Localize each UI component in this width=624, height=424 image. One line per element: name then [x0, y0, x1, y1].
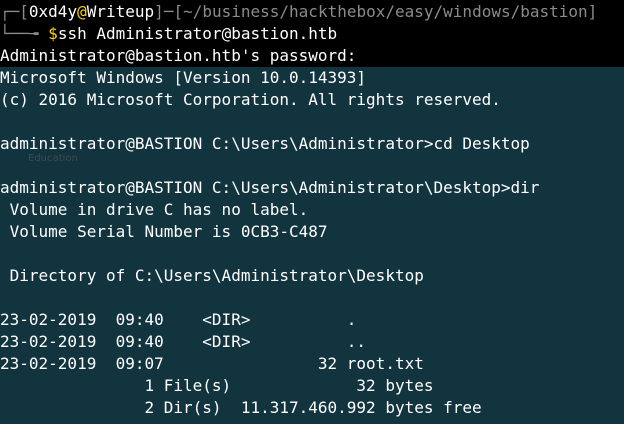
prompt-path-open: [ [173, 2, 184, 21]
volume-serial-line: Volume Serial Number is 0CB3-C487 [0, 221, 624, 243]
dir-row: 23-02-2019 09:40 <DIR> . [0, 309, 624, 331]
cd-command-line: administrator@BASTION C:\Users\Administr… [0, 133, 624, 155]
summary-dirs-line: 2 Dir(s) 11.317.460.992 bytes free [0, 397, 624, 424]
prompt-user: 0xd4y [28, 2, 78, 21]
dir-command-line: administrator@BASTION C:\Users\Administr… [0, 177, 624, 199]
prompt-frame-top: ┌─ [0, 2, 20, 21]
prompt-at-sign: @ [77, 2, 87, 21]
volume-label-line: Volume in drive C has no label. [0, 199, 624, 221]
password-prompt: Administrator@bastion.htb's password: [0, 46, 357, 65]
blank-line [0, 155, 624, 177]
summary-files-line: 1 File(s) 32 bytes [0, 375, 624, 397]
prompt-frame-bottom: └──╼ [0, 24, 49, 43]
windows-version: Microsoft Windows [Version 10.0.14393] [0, 67, 624, 89]
copyright-line: (c) 2016 Microsoft Corporation. All righ… [0, 89, 624, 111]
dir-row: 23-02-2019 09:40 <DIR> .. [0, 331, 624, 353]
dir-row: 23-02-2019 09:07 32 root.txt [0, 353, 624, 375]
prompt-bracket-close: ] [154, 2, 164, 21]
prompt-bracket-open: [ [19, 2, 29, 21]
prompt-separator: ─ [163, 2, 174, 21]
prompt-host: Writeup [86, 2, 155, 21]
prompt-line-top: ┌─[0xd4y@Writeup]─[~/business/hackthebox… [0, 1, 624, 23]
ssh-command: ssh Administrator@bastion.htb [57, 24, 338, 43]
prompt-path: ~/business/hackthebox/easy/windows/basti… [183, 2, 588, 21]
directory-of-line: Directory of C:\Users\Administrator\Desk… [0, 265, 624, 287]
ghost-text: Education [28, 153, 78, 164]
blank-line [0, 287, 624, 309]
prompt-line-command: └──╼ $ssh Administrator@bastion.htb [0, 23, 624, 45]
prompt-path-close: ] [587, 2, 598, 21]
prompt-dollar: $ [48, 24, 58, 43]
blank-line [0, 111, 624, 133]
terminal-window[interactable]: ┌─[0xd4y@Writeup]─[~/business/hackthebox… [0, 0, 624, 424]
blank-line [0, 243, 624, 265]
